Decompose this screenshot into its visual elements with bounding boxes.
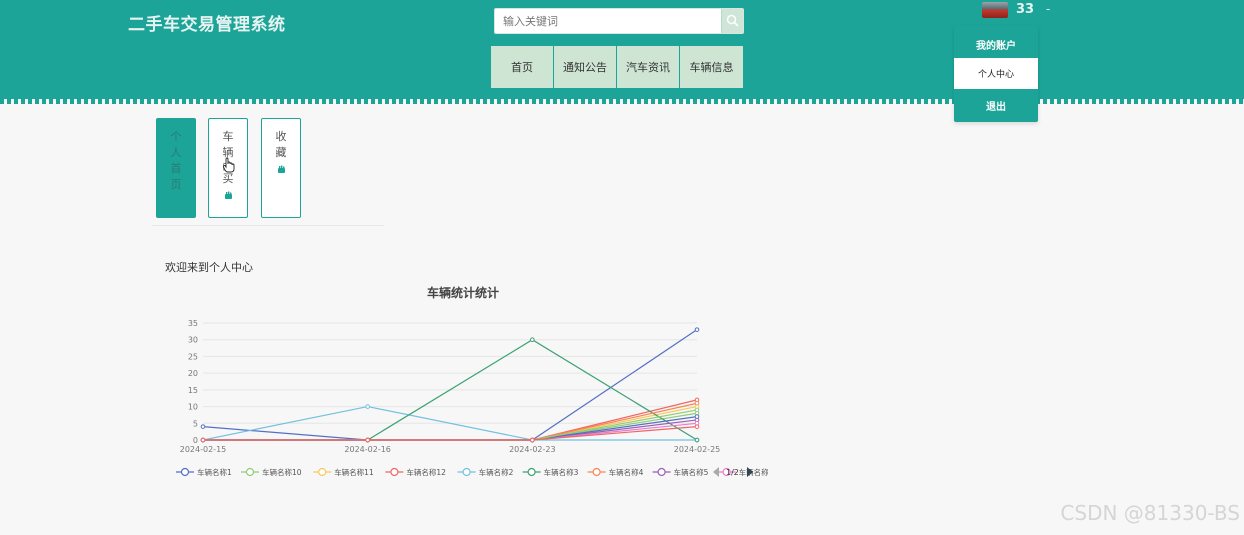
tab-char: 首 bbox=[170, 162, 182, 175]
chart-data-point bbox=[694, 414, 700, 419]
menu-item-my-account[interactable]: 我的账户 bbox=[954, 30, 1038, 58]
chart-data-point bbox=[200, 437, 206, 443]
hand-icon bbox=[224, 191, 232, 199]
chart-data-point bbox=[200, 424, 206, 429]
welcome-text: 欢迎来到个人中心 bbox=[165, 261, 253, 274]
tab-char: 人 bbox=[170, 146, 182, 159]
nav-item-car-news[interactable]: 汽车资讯 bbox=[617, 46, 680, 88]
legend-prev-page-icon[interactable] bbox=[713, 467, 719, 477]
chart-data-point bbox=[694, 407, 700, 413]
chart-data-point bbox=[694, 437, 700, 443]
chart-legend-label: 车辆名称1 bbox=[197, 467, 232, 477]
chart-data-point bbox=[365, 404, 370, 409]
chart-legend-symbol bbox=[592, 467, 601, 477]
chart-data-point bbox=[694, 424, 700, 429]
chart-y-tick-label: 35 bbox=[188, 319, 198, 328]
header-dotted-edge bbox=[0, 99, 1244, 104]
chart-y-tick-label: 15 bbox=[188, 386, 198, 395]
tab-personal-home[interactable]: 个 人 首 页 bbox=[156, 118, 196, 218]
chart-legend-symbol bbox=[180, 467, 190, 477]
chart-data-point bbox=[530, 437, 535, 443]
chart-y-tick-label: 30 bbox=[188, 336, 198, 345]
chart-x-tick-label: 2024-02-23 bbox=[509, 445, 556, 454]
tab-char: 个 bbox=[170, 130, 182, 143]
search-icon bbox=[726, 14, 739, 27]
chart-legend-label: 车辆名称6 bbox=[739, 467, 768, 477]
chart-legend-symbol bbox=[390, 467, 399, 477]
chart-x-tick-label: 2024-02-25 bbox=[674, 445, 721, 454]
legend-page-indicator: 1/2 bbox=[726, 468, 739, 477]
chart-legend-symbol bbox=[318, 467, 327, 477]
chart-data-point bbox=[694, 327, 700, 332]
chart-legend-label: 车辆名称3 bbox=[544, 467, 579, 477]
tab-char: 页 bbox=[170, 178, 182, 191]
tab-char: 藏 bbox=[275, 146, 287, 159]
main-nav: 首页 通知公告 汽车资讯 车辆信息 bbox=[491, 46, 743, 88]
menu-item-logout[interactable]: 退出 bbox=[954, 91, 1038, 119]
menu-item-profile[interactable]: 个人中心 bbox=[954, 58, 1038, 89]
user-separator: - bbox=[1046, 2, 1051, 16]
chart-x-tick-label: 2024-02-16 bbox=[344, 445, 391, 454]
watermark: CSDN @81330-BS bbox=[1060, 501, 1240, 525]
chart-legend-symbol bbox=[245, 467, 255, 477]
chart-legend-label: 车辆名称11 bbox=[334, 467, 374, 477]
nav-item-home[interactable]: 首页 bbox=[491, 46, 554, 88]
chart-y-tick-label: 10 bbox=[188, 403, 198, 412]
tabs-divider bbox=[152, 225, 384, 226]
nav-item-notices[interactable]: 通知公告 bbox=[554, 46, 617, 88]
chart-y-tick-label: 5 bbox=[193, 419, 198, 428]
username[interactable]: 33 bbox=[1016, 2, 1034, 17]
tab-char: 收 bbox=[275, 130, 287, 143]
chart-data-point bbox=[365, 437, 370, 443]
chart-data-point bbox=[694, 400, 700, 406]
vehicle-stats-chart: 车辆统计统计 0 5 10 15 20 25 30 35 2024-02-15 2024-02-16… bbox=[176, 285, 768, 477]
chart-legend-label: 车辆名称10 bbox=[262, 467, 302, 477]
chart-legend-symbol bbox=[527, 467, 536, 477]
chart-data-point bbox=[530, 337, 535, 343]
chart-legend-symbol bbox=[657, 467, 666, 477]
tab-char: 买 bbox=[222, 172, 234, 185]
search-box bbox=[494, 8, 744, 34]
hand-icon bbox=[277, 165, 285, 173]
chart-title: 车辆统计统计 bbox=[427, 285, 499, 300]
chart-legend-label: 车辆名称12 bbox=[406, 467, 446, 477]
chart-legend-label: 车辆名称2 bbox=[479, 467, 514, 477]
site-title[interactable]: 二手车交易管理系统 bbox=[128, 10, 286, 35]
tab-char: 车 bbox=[222, 130, 234, 143]
avatar[interactable] bbox=[982, 2, 1008, 18]
nav-item-vehicle-info[interactable]: 车辆信息 bbox=[680, 46, 743, 88]
chart-legend-label: 车辆名称5 bbox=[674, 467, 709, 477]
chart-y-tick-label: 0 bbox=[193, 436, 198, 445]
search-input[interactable] bbox=[495, 9, 722, 33]
chart-legend-symbol bbox=[462, 467, 471, 477]
hand-cursor-icon bbox=[223, 157, 235, 173]
search-button[interactable] bbox=[721, 9, 743, 33]
tab-favorites[interactable]: 收 藏 bbox=[261, 118, 301, 218]
user-dropdown-menu: 我的账户 个人中心 退出 bbox=[954, 26, 1038, 122]
header-bar: 二手车交易管理系统 首页 通知公告 汽车资讯 车辆信息 33 - bbox=[0, 0, 1244, 102]
chart-y-tick-label: 25 bbox=[188, 352, 198, 361]
chart-y-tick-label: 20 bbox=[188, 369, 198, 378]
chart-legend-label: 车辆名称4 bbox=[609, 467, 644, 477]
chart-x-tick-label: 2024-02-15 bbox=[180, 445, 227, 454]
